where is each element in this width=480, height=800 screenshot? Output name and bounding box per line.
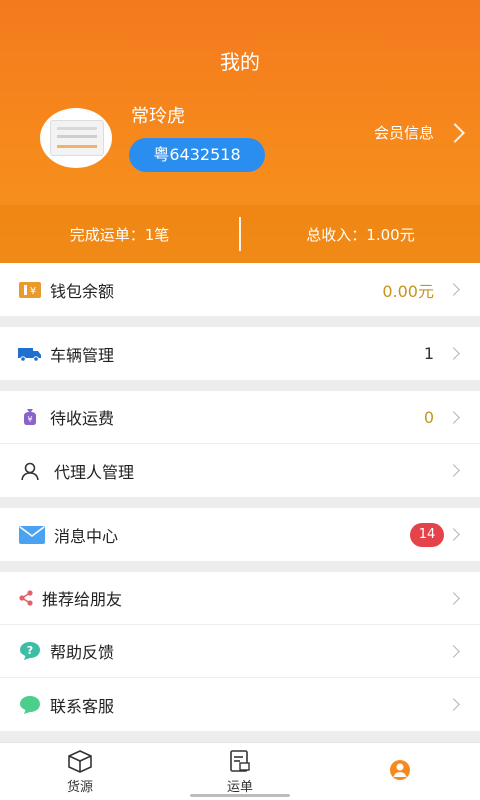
waybill-icon bbox=[230, 749, 250, 772]
unread-badge: 14 bbox=[410, 522, 444, 547]
page-title: 我的 bbox=[220, 50, 260, 74]
money-bag-icon: ¥ bbox=[18, 405, 42, 429]
avatar-image bbox=[50, 120, 104, 156]
chevron-right-icon bbox=[447, 528, 460, 541]
mail-icon bbox=[18, 523, 46, 547]
vehicle-group: 车辆管理 1 bbox=[0, 327, 480, 380]
chevron-right-icon bbox=[447, 698, 460, 711]
box-icon bbox=[68, 749, 92, 773]
menu-item-vehicle[interactable]: 车辆管理 1 bbox=[0, 327, 480, 380]
support-group: 推荐给朋友 ? 帮助反馈 联系客服 bbox=[0, 572, 480, 731]
stats-bar: 完成运单：1笔 总收入：1.00元 bbox=[0, 205, 480, 263]
chevron-right-icon bbox=[447, 410, 460, 424]
menu-item-messages[interactable]: 消息中心 14 bbox=[0, 508, 480, 561]
tab-label: 货源 bbox=[66, 779, 93, 795]
profile-header: 我的 常玲虎 粤6432518 会员信息 完成运单：1笔 总收入：1.00元 bbox=[0, 0, 480, 263]
menu-item-pending-freight[interactable]: ¥ 待收运费 0 bbox=[0, 391, 480, 444]
menu-item-wallet[interactable]: ¥ 钱包余额 0.00元 bbox=[0, 263, 480, 316]
total-income-stat: 总收入：1.00元 bbox=[306, 225, 415, 244]
pending-freight-value: 0 bbox=[423, 407, 434, 427]
menu-label: 帮助反馈 bbox=[50, 643, 115, 662]
menu-label: 消息中心 bbox=[54, 526, 119, 546]
chevron-right-icon bbox=[447, 464, 460, 477]
svg-text:¥: ¥ bbox=[30, 286, 36, 297]
plate-number-badge: 粤6432518 bbox=[129, 138, 265, 172]
message-group: 消息中心 14 bbox=[0, 508, 480, 561]
svg-text:¥: ¥ bbox=[27, 415, 32, 424]
completed-orders-stat: 完成运单：1笔 bbox=[69, 225, 170, 244]
member-info-label: 会员信息 bbox=[373, 124, 434, 142]
wallet-balance-value: 0.00元 bbox=[382, 281, 434, 301]
username: 常玲虎 bbox=[131, 106, 185, 127]
stats-divider bbox=[239, 217, 241, 251]
vehicle-count-value: 1 bbox=[423, 344, 434, 363]
chevron-right-icon bbox=[447, 347, 460, 360]
bottom-tab-bar: 货源 运单 bbox=[0, 742, 480, 800]
menu-label: 代理人管理 bbox=[54, 462, 135, 482]
chat-icon bbox=[18, 693, 42, 717]
tab-label: 运单 bbox=[226, 779, 253, 795]
wallet-group: ¥ 钱包余额 0.00元 bbox=[0, 263, 480, 316]
wallet-icon: ¥ bbox=[18, 278, 42, 302]
chevron-right-icon bbox=[447, 283, 460, 296]
freight-group: ¥ 待收运费 0 代理人管理 bbox=[0, 391, 480, 497]
menu-label: 推荐给朋友 bbox=[42, 590, 123, 609]
svg-text:?: ? bbox=[27, 644, 33, 657]
chevron-right-icon bbox=[445, 122, 465, 143]
menu-item-help[interactable]: ? 帮助反馈 bbox=[0, 625, 480, 678]
truck-icon bbox=[18, 342, 42, 366]
home-indicator bbox=[190, 794, 290, 797]
chevron-right-icon bbox=[447, 591, 460, 605]
tab-cargo[interactable]: 货源 bbox=[0, 743, 160, 800]
menu-label: 车辆管理 bbox=[50, 345, 115, 365]
menu-label: 钱包余额 bbox=[50, 281, 115, 301]
chevron-right-icon bbox=[447, 644, 460, 658]
person-icon bbox=[18, 459, 42, 483]
share-icon bbox=[18, 586, 34, 610]
avatar[interactable] bbox=[40, 108, 112, 168]
tab-profile[interactable] bbox=[320, 743, 480, 800]
member-info-link[interactable]: 会员信息 bbox=[373, 122, 465, 143]
menu-item-customer-service[interactable]: 联系客服 bbox=[0, 678, 480, 731]
menu-item-share[interactable]: 推荐给朋友 bbox=[0, 572, 480, 625]
profile-icon bbox=[390, 760, 410, 780]
help-icon: ? bbox=[18, 639, 42, 663]
tab-waybill[interactable]: 运单 bbox=[160, 743, 320, 800]
menu-item-agent[interactable]: 代理人管理 bbox=[0, 444, 480, 497]
menu-label: 联系客服 bbox=[50, 696, 115, 716]
menu-label: 待收运费 bbox=[50, 409, 115, 428]
